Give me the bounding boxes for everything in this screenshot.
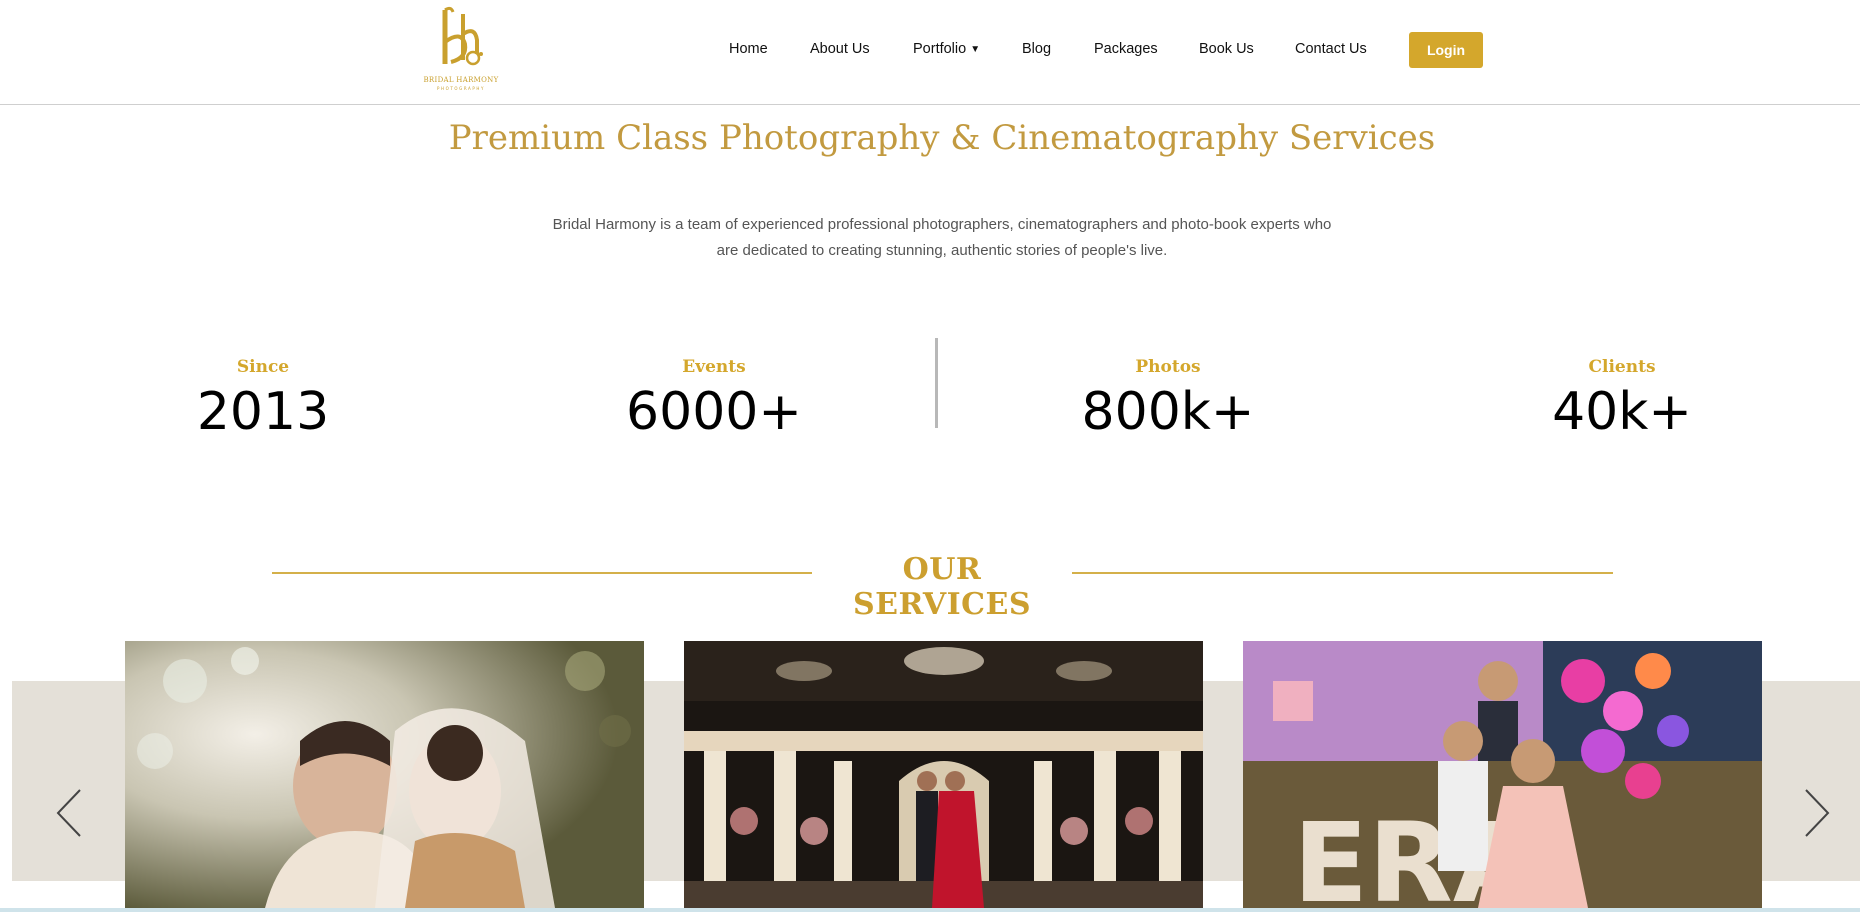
stat-value: 800k+ [1081, 382, 1255, 442]
stats-divider [935, 338, 938, 428]
carousel-next-button[interactable] [1796, 788, 1836, 838]
stat-label: Clients [1588, 357, 1656, 377]
service-card-wedding-stage-photo[interactable] [684, 641, 1203, 908]
intro-description: Bridal Harmony is a team of experienced … [552, 216, 1332, 259]
stat-value: 2013 [196, 382, 330, 442]
stat-photos: Photos 800k+ [1038, 356, 1298, 442]
stat-label: Since [236, 357, 290, 377]
services-line-left [272, 572, 812, 574]
service-card-couple-photo[interactable] [125, 641, 644, 908]
services-line-right [1072, 572, 1613, 574]
stat-events: Events 6000+ [584, 356, 844, 442]
service-card-kids-birthday-photo[interactable]: ERA [1243, 641, 1762, 908]
brand-name: BRIDAL HARMONY [423, 76, 499, 84]
chevron-left-icon [56, 789, 81, 837]
nav-portfolio[interactable]: Portfolio ▼ [913, 41, 980, 57]
stat-since: Since 2013 [133, 356, 393, 442]
nav-packages[interactable]: Packages [1094, 41, 1158, 57]
nav-home[interactable]: Home [729, 41, 768, 57]
login-button[interactable]: Login [1409, 32, 1483, 68]
stat-value: 6000+ [626, 382, 802, 442]
nav-about-us[interactable]: About Us [810, 41, 870, 57]
stat-value: 40k+ [1552, 382, 1692, 442]
site-header: BRIDAL HARMONY PHOTOGRAPHY Home About Us… [0, 0, 1860, 105]
page-bottom-edge [0, 908, 1860, 912]
nav-portfolio-label: Portfolio [913, 41, 967, 57]
carousel-prev-button[interactable] [50, 788, 90, 838]
wedding-stage-photo [684, 641, 1203, 908]
bh-monogram-logo-icon [442, 6, 483, 66]
stat-label: Photos [1135, 357, 1201, 377]
stat-label: Events [682, 357, 746, 377]
caret-down-icon: ▼ [970, 44, 981, 55]
nav-book-us[interactable]: Book Us [1199, 41, 1254, 57]
page-headline: Premium Class Photography & Cinematograp… [448, 118, 1436, 158]
stat-clients: Clients 40k+ [1492, 356, 1752, 442]
nav-contact-us[interactable]: Contact Us [1295, 41, 1367, 57]
brand-logo[interactable]: BRIDAL HARMONY PHOTOGRAPHY [418, 4, 504, 94]
brand-tagline: PHOTOGRAPHY [436, 86, 486, 91]
services-title: OUR SERVICES [852, 552, 1032, 622]
kids-birthday-photo: ERA [1243, 641, 1762, 908]
couple-photo [125, 641, 644, 908]
nav-blog[interactable]: Blog [1022, 41, 1051, 57]
chevron-right-icon [1805, 789, 1830, 837]
